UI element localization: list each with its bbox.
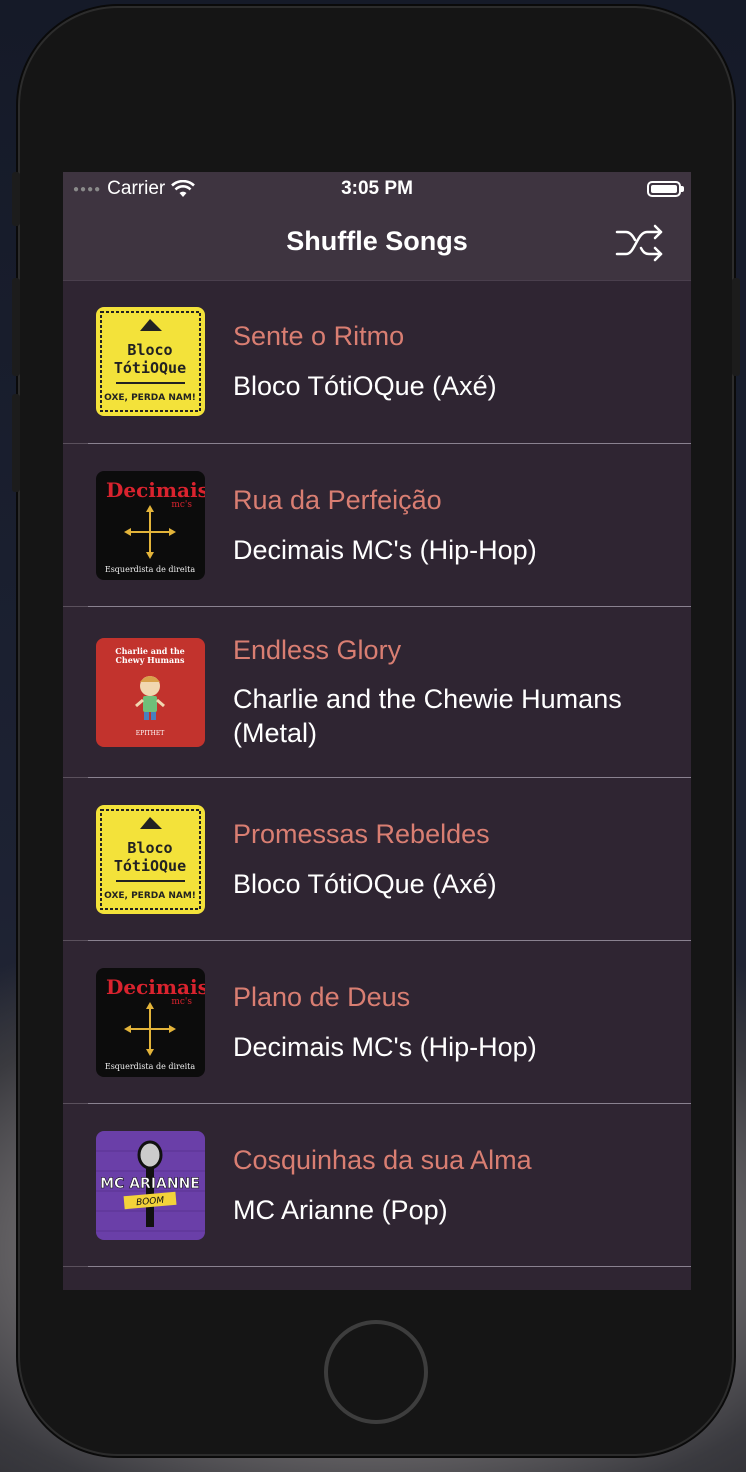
page-title: Shuffle Songs <box>286 226 468 256</box>
battery-icon <box>647 181 684 197</box>
power-button <box>732 278 740 376</box>
svg-text:Chewy Humans: Chewy Humans <box>116 655 185 665</box>
navigation-bar: Shuffle Songs <box>63 206 691 281</box>
song-title: Cosquinhas da sua Alma <box>233 1145 532 1175</box>
decimais-name: Decimais <box>106 975 205 999</box>
song-row[interactable]: Decimais mc's Esquerdista de direita Rua… <box>63 444 691 607</box>
status-time: 3:05 PM <box>341 178 413 199</box>
song-title: Promessas Rebeldes <box>233 819 490 849</box>
album-art-charlie: Charlie and the Chewy Humans EPITHET <box>96 638 205 747</box>
song-list: Bloco TótiOQue OXE, PERDA NAM! Sente o R… <box>63 281 691 1267</box>
charlie-label: EPITHET <box>136 730 164 737</box>
album-art-decimais: Decimais mc's Esquerdista de direita <box>96 471 205 580</box>
arianne-name: MC ARIANNE <box>100 1176 200 1192</box>
bloco-line2: TótiOQue <box>114 857 186 875</box>
bloco-line2: TótiOQue <box>114 359 186 377</box>
album-art-arianne: MC ARIANNE BOOM <box>96 1131 205 1240</box>
silent-switch <box>12 172 20 226</box>
home-button[interactable] <box>324 1320 428 1424</box>
decimais-tagline: Esquerdista de direita <box>105 1062 196 1071</box>
bloco-tagline: OXE, PERDA NAM! <box>104 393 196 403</box>
volume-up-button <box>12 278 20 376</box>
song-artist: Decimais MC's (Hip-Hop) <box>233 535 537 565</box>
bloco-line1: Bloco <box>127 341 172 359</box>
decimais-sub: mc's <box>171 997 192 1007</box>
song-artist: Decimais MC's (Hip-Hop) <box>233 1032 537 1062</box>
song-title: Sente o Ritmo <box>233 321 405 351</box>
volume-down-button <box>12 394 20 492</box>
song-artist: Bloco TótiOQue (Axé) <box>233 869 497 899</box>
song-title: Plano de Deus <box>233 982 411 1012</box>
song-row[interactable]: Bloco TótiOQue OXE, PERDA NAM! Promessas… <box>63 778 691 941</box>
status-bar: ●●●● Carrier 3:05 PM <box>63 172 691 206</box>
decimais-sub: mc's <box>171 500 192 510</box>
album-art-bloco: Bloco TótiOQue OXE, PERDA NAM! <box>96 307 205 416</box>
row-divider <box>88 1266 691 1267</box>
decimais-tagline: Esquerdista de direita <box>105 565 196 574</box>
decimais-name: Decimais <box>106 478 205 502</box>
song-title: Endless Glory <box>233 635 402 665</box>
album-art-bloco: Bloco TótiOQue OXE, PERDA NAM! <box>96 805 205 914</box>
song-artist: MC Arianne (Pop) <box>233 1195 448 1225</box>
bloco-line1: Bloco <box>127 839 172 857</box>
app-screen: ●●●● Carrier 3:05 PM Shuffle Songs Bloco… <box>63 172 691 1290</box>
song-row[interactable]: Bloco TótiOQue OXE, PERDA NAM! Sente o R… <box>63 281 691 444</box>
song-row[interactable]: Charlie and the Chewy Humans EPITHET End… <box>63 607 691 778</box>
song-artist: Bloco TótiOQue (Axé) <box>233 371 497 401</box>
song-title: Rua da Perfeição <box>233 485 442 515</box>
bloco-tagline: OXE, PERDA NAM! <box>104 891 196 901</box>
song-row[interactable]: MC ARIANNE BOOM Cosquinhas da sua Alma M… <box>63 1104 691 1267</box>
song-row[interactable]: Decimais mc's Esquerdista de direita Pla… <box>63 941 691 1104</box>
shuffle-button[interactable] <box>615 222 667 264</box>
song-artist: Charlie and the Chewie Humans (Metal) <box>233 684 622 748</box>
shuffle-icon <box>615 224 663 262</box>
album-art-decimais: Decimais mc's Esquerdista de direita <box>96 968 205 1077</box>
